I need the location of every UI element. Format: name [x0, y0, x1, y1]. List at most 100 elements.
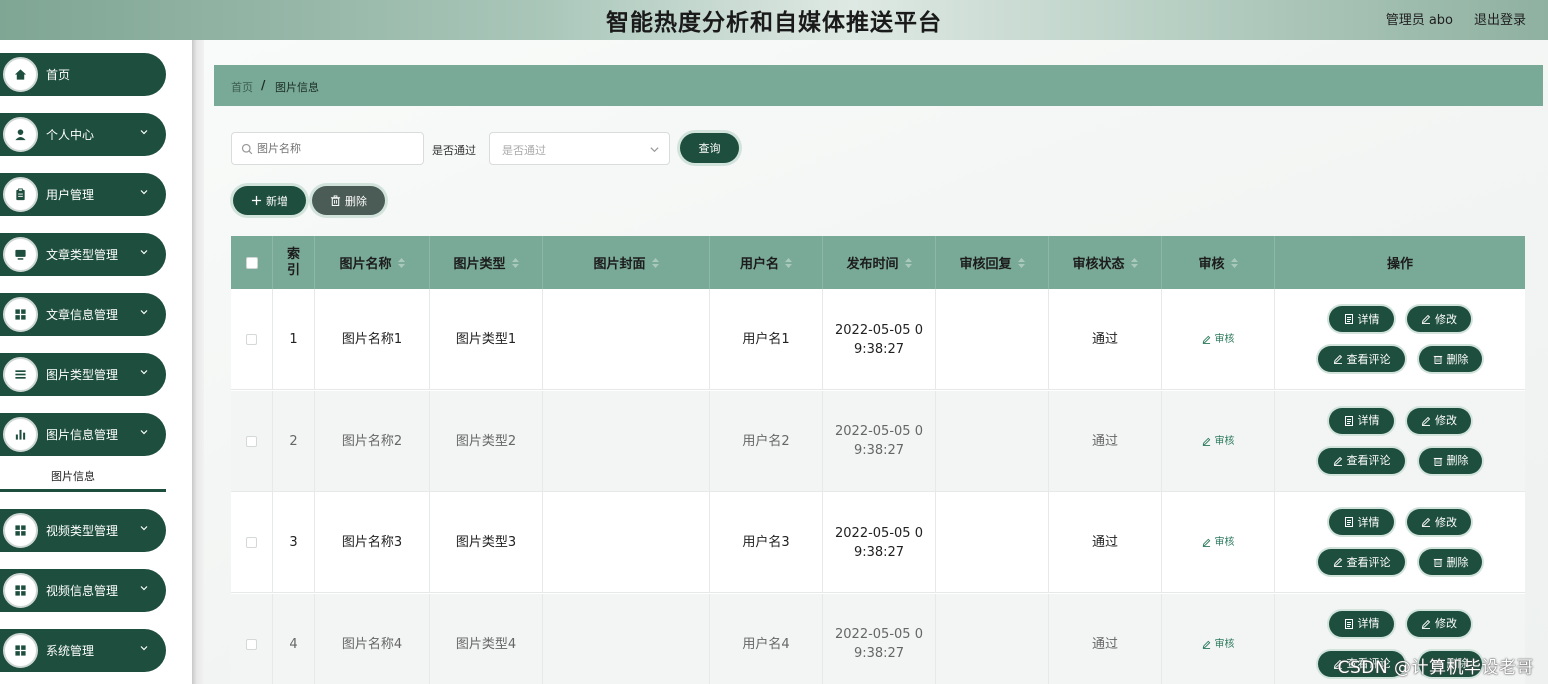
header-publish-time[interactable]: 发布时间: [823, 236, 936, 289]
row-select-cell: [231, 390, 273, 492]
bar-chart-icon: [3, 417, 38, 452]
row-checkbox[interactable]: [246, 638, 257, 650]
review-cell: 审核: [1162, 390, 1275, 492]
sort-icon[interactable]: [1130, 257, 1138, 268]
header-name[interactable]: 图片名称: [315, 236, 430, 289]
trash-icon: [1433, 558, 1442, 567]
trash-icon: [330, 195, 341, 206]
sidebar-item-2[interactable]: 个人中心: [0, 113, 166, 156]
username-cell: 用户名2: [710, 390, 823, 492]
row-checkbox[interactable]: [246, 435, 257, 447]
breadcrumb-current: 图片信息: [275, 81, 319, 94]
chevron-down-icon: [140, 430, 148, 435]
sidebar-subitem-label: 图片信息: [51, 470, 95, 483]
view-comments-button[interactable]: 查看评论: [1318, 346, 1405, 372]
breadcrumb-separator: /: [261, 78, 266, 92]
breadcrumb: 首页 / 图片信息: [214, 65, 1543, 106]
delete-button-label: 删除: [1446, 352, 1469, 366]
header-type[interactable]: 图片类型: [430, 236, 543, 289]
detail-button[interactable]: 详情: [1329, 306, 1394, 332]
add-button[interactable]: 新增: [233, 186, 306, 215]
sidebar-item-4[interactable]: 文章类型管理: [0, 233, 166, 276]
picture-name-input[interactable]: [257, 134, 417, 163]
edit-button[interactable]: 修改: [1407, 407, 1471, 434]
audit-link[interactable]: 审核: [1202, 432, 1235, 451]
header-cover-label: 图片封面: [593, 257, 646, 272]
audit-link[interactable]: 审核: [1202, 635, 1235, 654]
view-comments-button-label: 查看评论: [1346, 352, 1391, 366]
header-index-label: 索引: [286, 246, 300, 278]
sidebar-item-5[interactable]: 文章信息管理: [0, 293, 166, 336]
view-comments-button[interactable]: 查看评论: [1318, 447, 1405, 474]
review-status-cell: 通过: [1049, 289, 1162, 390]
chevron-down-icon: [650, 147, 659, 153]
header-review-status[interactable]: 审核状态: [1049, 236, 1162, 289]
query-button-label: 查询: [698, 142, 721, 155]
view-comments-button[interactable]: 查看评论: [1318, 549, 1405, 575]
sort-icon[interactable]: [397, 257, 405, 268]
passed-filter-select[interactable]: 是否通过: [489, 132, 670, 165]
add-button-label: 新增: [266, 194, 288, 208]
sidebar-item-8[interactable]: 视频类型管理: [0, 509, 166, 552]
grid-icon: [3, 633, 38, 668]
batch-delete-button[interactable]: 删除: [312, 186, 385, 215]
row-select-cell: [231, 492, 273, 593]
publish-time-cell: 2022-05-05 09:38:27: [823, 289, 936, 390]
row-checkbox[interactable]: [246, 537, 257, 548]
audit-link[interactable]: 审核: [1202, 330, 1235, 349]
header-username[interactable]: 用户名: [710, 236, 823, 289]
sidebar-item-label: 视频类型管理: [46, 524, 119, 538]
search-icon: [241, 143, 253, 155]
edit-button[interactable]: 修改: [1407, 306, 1471, 332]
edit-button[interactable]: 修改: [1407, 610, 1471, 637]
detail-button[interactable]: 详情: [1329, 610, 1394, 637]
sort-icon[interactable]: [511, 257, 519, 268]
query-button[interactable]: 查询: [680, 133, 739, 163]
sidebar-item-label: 图片信息管理: [46, 428, 119, 442]
sidebar-item-6[interactable]: 图片类型管理: [0, 353, 166, 396]
sort-icon[interactable]: [904, 257, 912, 268]
delete-button[interactable]: 删除: [1419, 447, 1482, 474]
chevron-down-icon: [140, 646, 148, 651]
chevron-down-icon: [140, 130, 148, 135]
sidebar-item-7[interactable]: 图片信息管理: [0, 413, 166, 456]
header-review-reply[interactable]: 审核回复: [936, 236, 1049, 289]
grid-icon: [3, 573, 38, 608]
sidebar-item-1[interactable]: 首页: [0, 53, 166, 96]
header-review[interactable]: 审核: [1162, 236, 1275, 289]
index-cell: 4: [273, 593, 315, 684]
delete-button[interactable]: 删除: [1419, 346, 1482, 372]
edit-button[interactable]: 修改: [1407, 509, 1471, 535]
logout-link[interactable]: 退出登录: [1474, 9, 1526, 28]
sidebar-item-9[interactable]: 视频信息管理: [0, 569, 166, 612]
sidebar-scroll-divider[interactable]: [192, 40, 204, 684]
index-cell: 3: [273, 492, 315, 593]
row-checkbox[interactable]: [246, 334, 257, 345]
sort-icon[interactable]: [1230, 257, 1238, 268]
name-cell: 图片名称3: [315, 492, 430, 593]
sidebar-subitem-picture-info[interactable]: 图片信息: [0, 466, 166, 492]
breadcrumb-home[interactable]: 首页: [231, 79, 253, 95]
audit-link[interactable]: 审核: [1202, 533, 1235, 552]
header-publish-time-label: 发布时间: [846, 257, 899, 272]
table-row: 2 图片名称2 图片类型2 用户名2 2022-05-05 09:38:27 通过 审核 详情…: [231, 390, 1525, 492]
picture-name-search[interactable]: [231, 132, 424, 165]
detail-button[interactable]: 详情: [1329, 509, 1394, 535]
sort-icon[interactable]: [651, 257, 659, 268]
edit-icon: [1202, 640, 1210, 649]
delete-button[interactable]: 删除: [1419, 549, 1482, 575]
edit-icon: [1421, 619, 1431, 629]
sidebar-item-3[interactable]: 用户管理: [0, 173, 166, 216]
header-cover[interactable]: 图片封面: [543, 236, 710, 289]
chevron-down-icon: [140, 586, 148, 591]
sort-icon[interactable]: [785, 257, 792, 268]
review-reply-cell: [936, 289, 1049, 390]
delete-button-label: 删除: [1446, 454, 1469, 467]
header-operation: 操作: [1275, 236, 1525, 289]
chevron-down-icon: [140, 526, 148, 531]
trash-icon: [1433, 457, 1442, 466]
select-all-checkbox[interactable]: [245, 256, 258, 269]
sidebar-item-10[interactable]: 系统管理: [0, 629, 166, 672]
detail-button[interactable]: 详情: [1329, 407, 1394, 434]
sort-icon[interactable]: [1017, 257, 1025, 268]
